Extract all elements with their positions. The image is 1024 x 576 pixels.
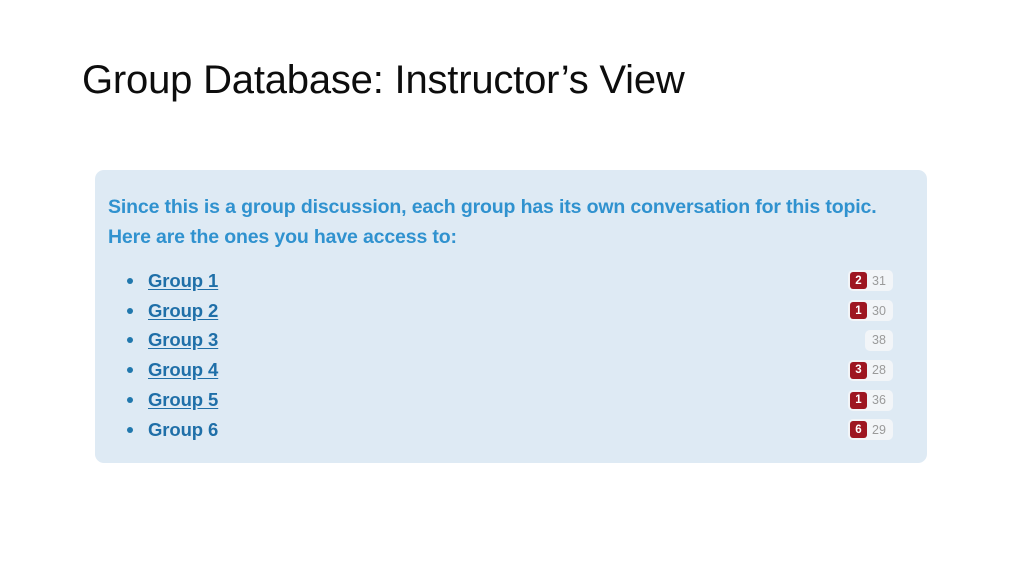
group-count-group: 2 31 xyxy=(848,266,893,296)
count-pill: 3 28 xyxy=(848,359,893,381)
group-count-group: 1 30 xyxy=(848,296,893,326)
group-count-group: 1 36 xyxy=(848,385,893,415)
count-pill: 38 xyxy=(865,329,893,351)
unread-count-badge: 1 xyxy=(850,302,867,320)
unread-count-badge: 3 xyxy=(850,361,867,379)
unread-count-badge: 1 xyxy=(850,391,867,409)
total-count-badge: 28 xyxy=(872,363,886,378)
list-item: Group 5 1 36 xyxy=(117,385,907,415)
bullet-icon xyxy=(127,307,133,314)
group-link-3[interactable]: Group 3 xyxy=(148,329,218,351)
bullet-icon xyxy=(127,426,133,433)
count-pill: 2 31 xyxy=(848,270,893,292)
total-count-badge: 38 xyxy=(872,333,886,348)
bullet-icon xyxy=(127,277,133,284)
count-pill: 6 29 xyxy=(848,419,893,441)
page-title: Group Database: Instructor’s View xyxy=(82,58,685,102)
group-label-6: Group 6 xyxy=(148,418,219,440)
count-pill: 1 36 xyxy=(848,389,893,411)
group-link-1[interactable]: Group 1 xyxy=(148,270,218,292)
list-item: Group 6 6 29 xyxy=(117,415,907,445)
total-count-badge: 36 xyxy=(872,393,886,408)
panel-intro-text: Since this is a group discussion, each g… xyxy=(108,196,877,248)
group-link-5[interactable]: Group 5 xyxy=(148,389,218,411)
bullet-icon xyxy=(127,397,133,404)
bullet-icon xyxy=(127,367,133,374)
group-link-2[interactable]: Group 2 xyxy=(148,300,218,322)
list-item: Group 3 38 xyxy=(117,326,907,356)
list-item: Group 1 2 31 xyxy=(117,266,907,296)
bullet-icon xyxy=(127,337,133,344)
unread-count-badge: 6 xyxy=(850,421,867,439)
group-link-4[interactable]: Group 4 xyxy=(148,359,218,381)
unread-count-badge: 2 xyxy=(850,272,867,290)
group-list: Group 1 2 31 Group 2 1 30 Group 3 38 Group 4 3 28 G… xyxy=(117,266,907,445)
group-discussion-panel: Since this is a group discussion, each g… xyxy=(95,170,927,463)
total-count-badge: 30 xyxy=(872,303,886,318)
group-count-group: 38 xyxy=(865,326,893,356)
list-item: Group 4 3 28 xyxy=(117,355,907,385)
list-item: Group 2 1 30 xyxy=(117,296,907,326)
group-count-group: 3 28 xyxy=(848,355,893,385)
group-count-group: 6 29 xyxy=(848,415,893,445)
total-count-badge: 31 xyxy=(872,273,886,288)
count-pill: 1 30 xyxy=(848,300,893,322)
total-count-badge: 29 xyxy=(872,422,886,437)
